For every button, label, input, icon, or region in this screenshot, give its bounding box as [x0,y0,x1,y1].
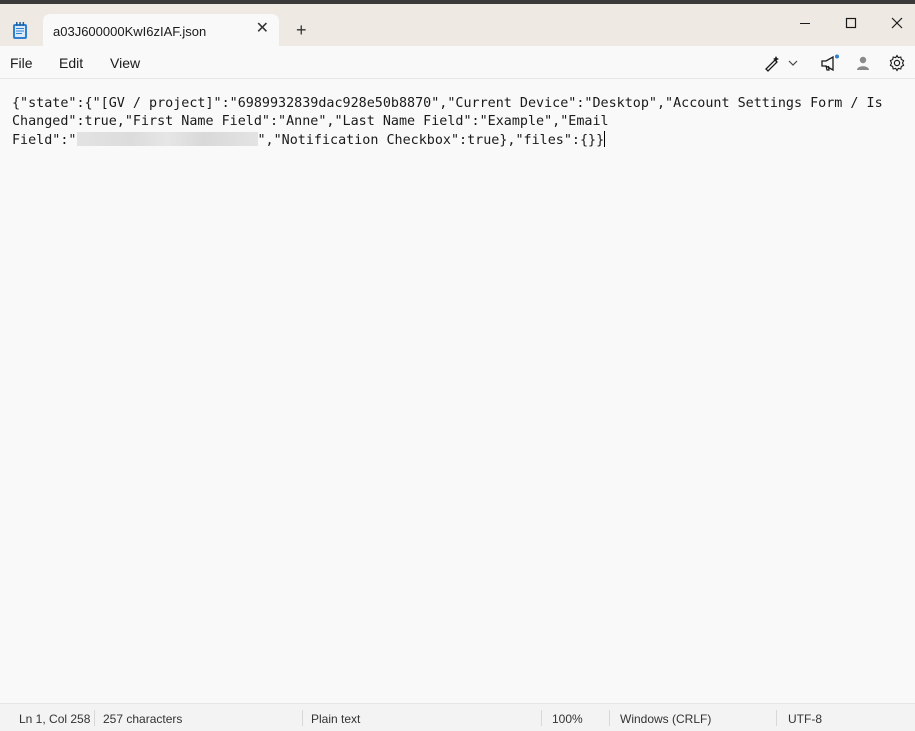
document-tab[interactable]: a03J600000KwI6zIAF.json ✕ [43,14,279,50]
account-icon [857,56,869,70]
zoom-level[interactable]: 100% [552,712,583,726]
menu-view[interactable]: View [110,55,140,71]
character-count: 257 characters [103,712,183,726]
settings-icon [889,54,905,72]
text-editor[interactable]: {"state":{"[GV / project]":"6989932839da… [0,80,915,701]
menu-file[interactable]: File [10,55,33,71]
status-divider [302,710,303,726]
cursor-position: Ln 1, Col 258 [19,712,91,726]
close-window-button[interactable] [882,12,912,34]
status-divider [776,710,777,726]
copilot-dropdown[interactable] [787,53,799,73]
copilot-button[interactable] [763,53,781,73]
minimize-icon [800,23,810,24]
maximize-icon [845,17,857,29]
account-button[interactable] [855,53,871,73]
notepad-app-icon [13,22,27,39]
status-divider [541,710,542,726]
text-format: Plain text [311,712,361,726]
minimize-button[interactable] [790,12,820,34]
copilot-pen-icon [765,56,779,72]
redacted-email-value [76,132,258,146]
document-text[interactable]: {"state":{"[GV / project]":"6989932839da… [12,95,902,150]
settings-button[interactable] [888,53,906,73]
maximize-button[interactable] [836,12,866,34]
text-line-3-start: Field":" [12,133,77,148]
text-caret [604,131,606,147]
whats-new-button[interactable] [820,53,840,73]
line-endings[interactable]: Windows (CRLF) [620,712,711,726]
text-line-2: Changed":true,"First Name Field":"Anne",… [12,114,609,129]
status-divider [609,710,610,726]
close-icon [891,17,903,29]
menu-edit[interactable]: Edit [59,55,83,71]
title-bar: a03J600000KwI6zIAF.json ✕ + [0,4,915,50]
chevron-down-icon [788,60,798,66]
status-divider [94,710,95,726]
encoding[interactable]: UTF-8 [788,712,822,726]
text-line-3-end: ","Notification Checkbox":true},"files":… [257,133,605,148]
whats-new-icon [821,54,839,72]
tab-title: a03J600000KwI6zIAF.json [53,24,207,39]
text-line-1: {"state":{"[GV / project]":"6989932839da… [12,96,883,111]
menu-bar: File Edit View [0,46,915,79]
new-tab-button[interactable]: + [296,21,307,39]
status-bar: Ln 1, Col 258 257 characters Plain text … [0,703,915,731]
close-tab-icon[interactable]: ✕ [256,21,269,37]
